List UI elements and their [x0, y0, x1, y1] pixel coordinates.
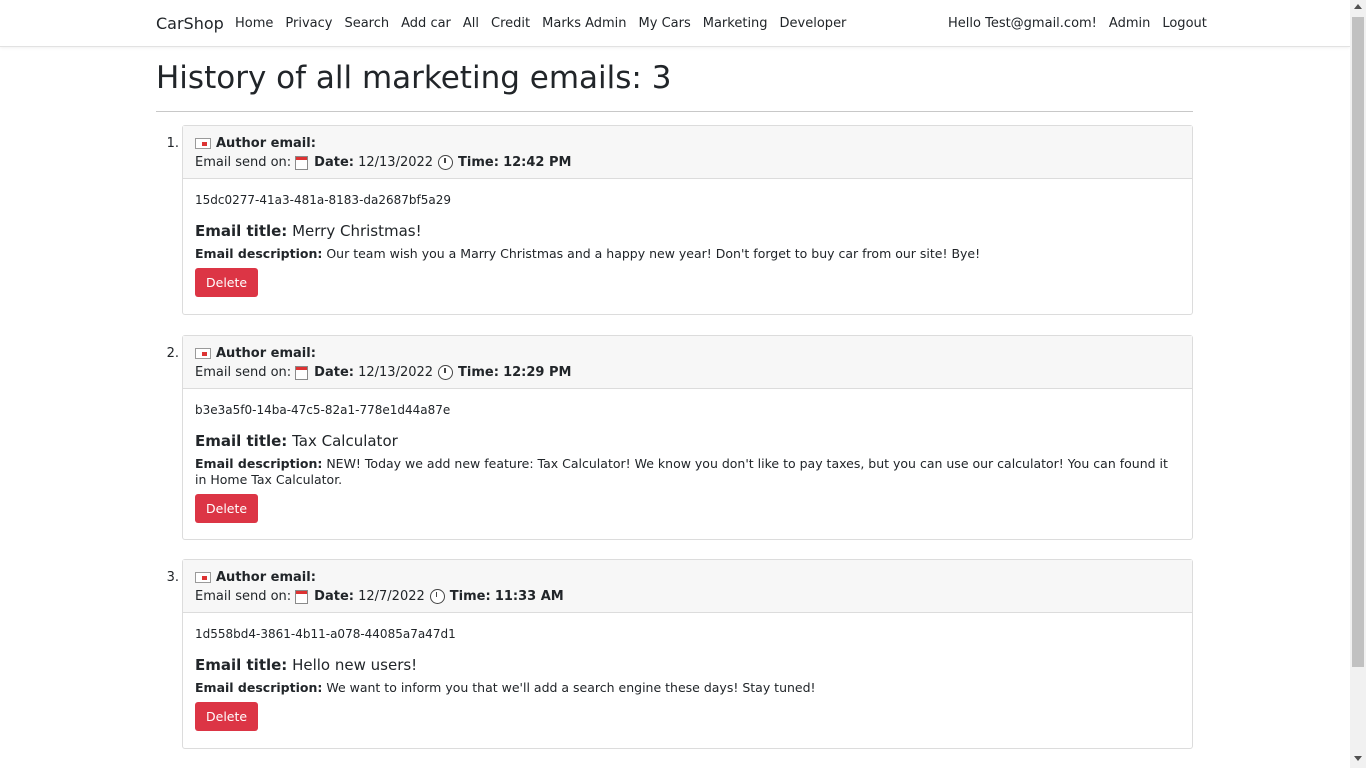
email-title-value: Hello new users!: [292, 656, 418, 674]
list-number: 2.: [166, 346, 179, 361]
logout-link[interactable]: Logout: [1156, 16, 1213, 31]
calendar-icon: [295, 589, 309, 604]
email-send-on-label: Email send on:: [195, 365, 292, 380]
clock-icon: [438, 155, 454, 170]
nav-link-all[interactable]: All: [457, 16, 485, 31]
calendar-icon: [295, 365, 309, 380]
nav-link-my-cars[interactable]: My Cars: [633, 16, 697, 31]
email-description-label: Email description:: [195, 680, 323, 695]
author-email-label: Author email:: [216, 136, 316, 151]
email-title-value: Merry Christmas!: [292, 222, 422, 240]
brand-link[interactable]: CarShop: [156, 14, 224, 33]
navbar: CarShop Home Privacy Search Add car All …: [0, 0, 1350, 47]
user-greeting-link[interactable]: Hello Test@gmail.com!: [942, 16, 1103, 31]
email-title: Email title: Hello new users!: [195, 656, 1180, 674]
email-title-label: Email title:: [195, 222, 288, 240]
date-value: 12/7/2022: [358, 589, 425, 604]
delete-button[interactable]: Delete: [195, 702, 259, 731]
date-value: 12/13/2022: [358, 155, 434, 170]
calendar-icon: [295, 155, 309, 170]
email-card: 1. Author email: Email send on: Date: 12…: [167, 125, 1193, 315]
card-body: 15dc0277-41a3-481a-8183-da2687bf5a29 Ema…: [183, 179, 1192, 309]
scroll-up-arrow-icon[interactable]: [1354, 4, 1362, 9]
email-id: 15dc0277-41a3-481a-8183-da2687bf5a29: [195, 193, 452, 207]
email-description-value: NEW! Today we add new feature: Tax Calcu…: [195, 456, 1168, 487]
title-divider: [156, 111, 1193, 112]
email-id: 1d558bd4-3861-4b11-a078-44085a7a47d1: [195, 627, 456, 641]
delete-button[interactable]: Delete: [195, 268, 259, 297]
scrollbar[interactable]: [1350, 0, 1366, 768]
author-email-label: Author email:: [216, 346, 316, 361]
nav-link-marks-admin[interactable]: Marks Admin: [536, 16, 632, 31]
date-label: Date:: [314, 155, 354, 170]
page-title: History of all marketing emails: 3: [156, 60, 672, 96]
time-label: Time:: [458, 155, 499, 170]
email-description-value: We want to inform you that we'll add a s…: [326, 680, 816, 695]
list-number: 1.: [166, 136, 179, 151]
email-title: Email title: Merry Christmas!: [195, 222, 1180, 240]
delete-button[interactable]: Delete: [195, 494, 259, 523]
nav-link-privacy[interactable]: Privacy: [279, 16, 338, 31]
email-send-on-label: Email send on:: [195, 155, 292, 170]
date-label: Date:: [314, 589, 354, 604]
clock-icon: [438, 365, 454, 380]
email-description: Email description: NEW! Today we add new…: [195, 456, 1180, 488]
nav-link-add-car[interactable]: Add car: [395, 16, 457, 31]
nav-link-home[interactable]: Home: [229, 16, 279, 31]
nav-link-developer[interactable]: Developer: [774, 16, 853, 31]
card-header: Author email: Email send on: Date: 12/7/…: [183, 560, 1192, 613]
email-description-label: Email description:: [195, 456, 323, 471]
time-value: 11:33 AM: [494, 589, 564, 604]
time-label: Time:: [449, 589, 491, 604]
envelope-icon: [195, 138, 211, 149]
nav-link-admin[interactable]: Admin: [1103, 16, 1156, 31]
email-title-label: Email title:: [195, 656, 288, 674]
author-email-label: Author email:: [216, 570, 316, 585]
envelope-icon: [195, 572, 211, 583]
list-number: 3.: [166, 570, 179, 585]
card-body: b3e3a5f0-14ba-47c5-82a1-778e1d44a87e Ema…: [183, 389, 1192, 535]
card-header: Author email: Email send on: Date: 12/13…: [183, 336, 1192, 389]
email-title-label: Email title:: [195, 432, 288, 450]
email-id: b3e3a5f0-14ba-47c5-82a1-778e1d44a87e: [195, 403, 451, 417]
nav-link-credit[interactable]: Credit: [485, 16, 536, 31]
nav-right: Hello Test@gmail.com! Admin Logout: [942, 16, 1213, 31]
email-title-value: Tax Calculator: [292, 432, 398, 450]
date-label: Date:: [314, 365, 354, 380]
time-value: 12:29 PM: [503, 365, 572, 380]
email-title: Email title: Tax Calculator: [195, 432, 1180, 450]
scroll-down-arrow-icon[interactable]: [1354, 756, 1362, 761]
email-description-value: Our team wish you a Marry Christmas and …: [326, 246, 981, 261]
email-card: 3. Author email: Email send on: Date: 12…: [167, 559, 1193, 749]
email-card: 2. Author email: Email send on: Date: 12…: [167, 335, 1193, 540]
nav-links: Home Privacy Search Add car All Credit M…: [229, 16, 852, 31]
nav-link-search[interactable]: Search: [338, 16, 395, 31]
card-header: Author email: Email send on: Date: 12/13…: [183, 126, 1192, 179]
clock-icon: [429, 589, 445, 604]
time-value: 12:42 PM: [503, 155, 572, 170]
email-description: Email description: Our team wish you a M…: [195, 246, 1180, 262]
email-description-label: Email description:: [195, 246, 323, 261]
scrollbar-thumb[interactable]: [1352, 17, 1364, 667]
envelope-icon: [195, 348, 211, 359]
nav-link-marketing[interactable]: Marketing: [697, 16, 774, 31]
date-value: 12/13/2022: [358, 365, 434, 380]
email-send-on-label: Email send on:: [195, 589, 292, 604]
time-label: Time:: [458, 365, 499, 380]
email-description: Email description: We want to inform you…: [195, 680, 1180, 696]
card-body: 1d558bd4-3861-4b11-a078-44085a7a47d1 Ema…: [183, 613, 1192, 743]
